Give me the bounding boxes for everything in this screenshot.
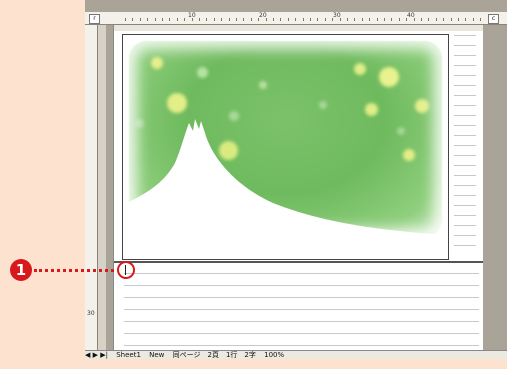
text-line	[124, 285, 479, 286]
ruler-tick	[295, 18, 297, 21]
text-line	[124, 333, 479, 334]
ruler-tick	[221, 18, 223, 21]
side-line	[454, 55, 476, 56]
ruler-tick	[465, 18, 467, 21]
ruler-tick	[184, 18, 186, 21]
ruler-tick	[125, 18, 126, 21]
side-line	[454, 185, 476, 186]
ruler-tick	[243, 18, 245, 21]
ruler-tick	[369, 18, 371, 21]
ruler-tick	[384, 18, 385, 21]
text-line	[124, 345, 479, 346]
vertical-ruler-number: 30	[87, 310, 95, 317]
side-line	[454, 155, 476, 156]
ruler-tick	[310, 18, 311, 21]
text-line	[124, 273, 479, 274]
side-line	[454, 235, 476, 236]
ruler-tick	[421, 18, 422, 21]
ruler-corner-left[interactable]: r	[89, 14, 100, 24]
side-line	[454, 85, 476, 86]
ruler-tick	[480, 18, 482, 21]
ruler-tick	[450, 18, 452, 21]
ruler-tick	[154, 18, 156, 21]
ruler-corner-right[interactable]: c	[488, 14, 499, 24]
text-line	[124, 297, 479, 298]
ruler-tick	[236, 18, 237, 21]
ruler-tick	[354, 18, 356, 21]
ruler-tick	[317, 18, 319, 21]
ruler-number: 40	[407, 12, 415, 19]
app-window: r 10 20 30 40 c 30 ◀ ▶ ▶| Sheet1 New 同ペー…	[85, 0, 507, 359]
ruler-tick	[162, 18, 163, 21]
ruler-tick	[228, 18, 230, 21]
ruler-tick	[132, 18, 134, 21]
vertical-ruler[interactable]: 30	[85, 25, 98, 351]
ruler-tick	[302, 18, 304, 21]
ruler-tick	[273, 18, 274, 21]
side-line	[454, 105, 476, 106]
text-line	[124, 321, 479, 322]
page-break-line	[114, 261, 484, 263]
ruler-tick	[139, 18, 141, 21]
side-line	[454, 135, 476, 136]
side-line	[454, 225, 476, 226]
document-page[interactable]	[113, 25, 484, 358]
side-line	[454, 165, 476, 166]
horizontal-ruler[interactable]: r 10 20 30 40 c	[85, 12, 507, 25]
ruler-tick	[435, 18, 437, 21]
text-line	[124, 309, 479, 310]
ruler-tick	[458, 18, 459, 21]
side-line	[454, 175, 476, 176]
side-line	[454, 115, 476, 116]
ruler-tick	[443, 18, 445, 21]
ruler-tick	[324, 18, 326, 21]
ruler-tick	[472, 18, 474, 21]
ruler-tick	[376, 18, 378, 21]
side-line	[454, 205, 476, 206]
ruler-tick	[250, 18, 252, 21]
mountain-silhouette	[123, 119, 448, 259]
ruler-tick	[361, 18, 363, 21]
ruler-tick	[176, 18, 178, 21]
side-line	[454, 245, 476, 246]
ruler-tick	[169, 18, 171, 21]
left-margin-shade	[98, 25, 106, 351]
ruler-number: 30	[333, 12, 341, 19]
side-line	[454, 195, 476, 196]
side-line	[454, 45, 476, 46]
ruler-tick	[199, 18, 200, 21]
ruler-tick	[206, 18, 208, 21]
ruler-tick	[391, 18, 393, 21]
inserted-photo[interactable]	[122, 34, 449, 260]
ruler-tick	[287, 18, 289, 21]
ruler-number: 10	[188, 12, 196, 19]
ruler-tick	[280, 18, 282, 21]
text-caret	[125, 265, 126, 275]
ruler-tick	[347, 18, 348, 21]
page-right-lines	[454, 35, 476, 255]
ruler-tick	[428, 18, 430, 21]
ruler-tick	[213, 18, 215, 21]
callout-dotted-leader	[34, 269, 114, 272]
ruler-number: 20	[259, 12, 267, 19]
right-gray-area	[483, 25, 507, 353]
side-line	[454, 35, 476, 36]
ruler-tick	[147, 18, 149, 21]
page-top-margin	[114, 25, 484, 31]
side-line	[454, 145, 476, 146]
side-line	[454, 125, 476, 126]
cursor-highlight-circle	[117, 261, 135, 279]
side-line	[454, 75, 476, 76]
ruler-tick	[398, 18, 400, 21]
callout-number-badge: 1	[10, 259, 32, 281]
side-line	[454, 65, 476, 66]
side-line	[454, 95, 476, 96]
side-line	[454, 215, 476, 216]
